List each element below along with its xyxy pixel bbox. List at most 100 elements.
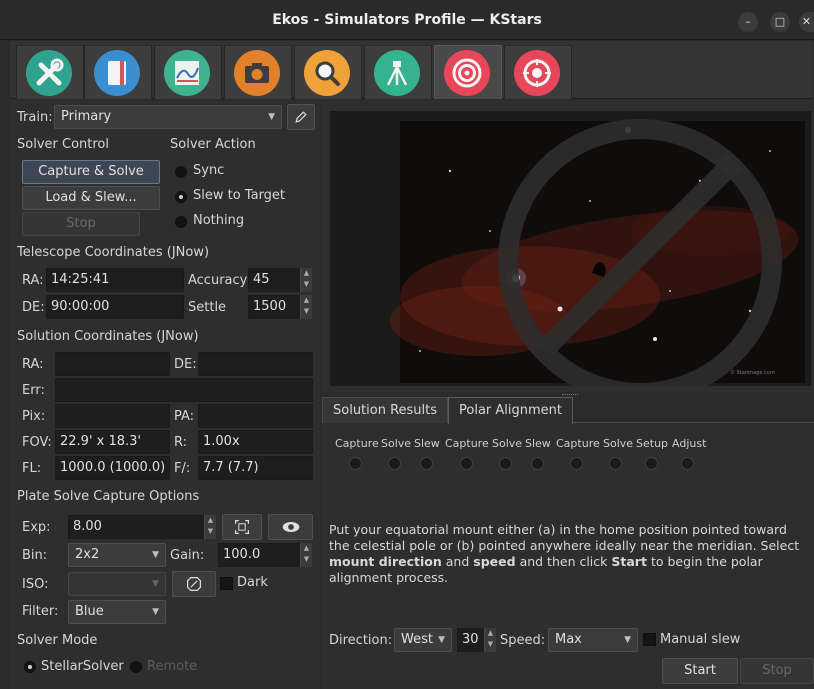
pix-label: Pix: (22, 409, 46, 424)
step-led (645, 457, 658, 470)
polar-stop-button[interactable]: Stop (740, 658, 814, 684)
telescope-de-field[interactable]: 90:00:00 (46, 295, 184, 319)
nebula-image (390, 119, 805, 386)
camera-icon (234, 50, 280, 96)
step-led (681, 457, 694, 470)
step-led (609, 457, 622, 470)
solution-ra-field (55, 352, 170, 376)
minimize-button[interactable]: – (738, 12, 758, 32)
scheduler-icon (94, 50, 140, 96)
tab-guide[interactable] (504, 45, 572, 99)
exposure-field[interactable]: 8.00 (68, 515, 204, 539)
step-label: Slew (414, 437, 440, 450)
load-slew-button[interactable]: Load & Slew... (22, 186, 160, 210)
pix-field (55, 404, 170, 428)
settle-spinner[interactable]: ▲ ▼ (300, 295, 312, 319)
capture-solve-button[interactable]: Capture & Solve (22, 160, 160, 184)
settle-field[interactable]: 1500 (248, 295, 300, 319)
iso-combo[interactable]: ▼ (68, 572, 166, 596)
chevron-down-icon: ▼ (152, 550, 159, 560)
manual-slew-checkbox[interactable] (643, 633, 656, 646)
subframe-button[interactable] (222, 514, 262, 540)
fov-label: FOV: (22, 435, 52, 450)
remote-radio[interactable] (130, 661, 142, 673)
accuracy-field[interactable]: 45 (248, 268, 300, 292)
speed-value: Max (555, 632, 582, 647)
solver-image-view[interactable]: © Starimage.com (330, 111, 811, 386)
tab-align[interactable] (434, 45, 502, 99)
slew-to-target-radio[interactable] (175, 191, 187, 203)
degrees-spinner[interactable]: ▲ ▼ (484, 628, 496, 652)
pa-field (198, 404, 313, 428)
polar-start-button[interactable]: Start (662, 658, 738, 684)
bin-combo[interactable]: 2x2 ▼ (68, 543, 166, 567)
slew-to-target-label: Slew to Target (193, 188, 286, 203)
gain-field[interactable]: 100.0 (218, 543, 300, 567)
tab-scheduler[interactable] (84, 45, 152, 99)
filter-combo[interactable]: Blue ▼ (68, 600, 166, 624)
settle-label: Settle (188, 300, 227, 315)
tab-focus[interactable] (294, 45, 362, 99)
step-label: Capture (556, 437, 600, 450)
analyze-icon (164, 50, 210, 96)
guide-icon (514, 50, 560, 96)
tab-mount[interactable] (364, 45, 432, 99)
telescope-ra-field[interactable]: 14:25:41 (46, 268, 184, 292)
sync-radio[interactable] (175, 166, 187, 178)
chevron-down-icon: ▼ (152, 579, 159, 589)
error-field (55, 378, 313, 402)
step-led (388, 457, 401, 470)
accuracy-spinner[interactable]: ▲ ▼ (300, 268, 312, 292)
speed-combo[interactable]: Max ▼ (548, 628, 638, 652)
fl-field: 1000.0 (1000.0) (55, 456, 170, 480)
stellarsolver-label: StellarSolver (41, 659, 124, 674)
de-label: DE: (22, 300, 45, 315)
bin-value: 2x2 (75, 547, 100, 562)
pa-label: PA: (174, 409, 195, 424)
step-label: Capture (335, 437, 379, 450)
capture-options-title: Plate Solve Capture Options (17, 489, 200, 504)
focus-icon (304, 50, 350, 96)
frame-icon (235, 520, 249, 534)
tab-polar-alignment[interactable]: Polar Alignment (448, 397, 573, 424)
instr-text: Put your equatorial mount either (a) in … (329, 522, 800, 553)
tab-capture[interactable] (224, 45, 292, 99)
close-button[interactable]: ✕ (799, 12, 814, 32)
clear-cache-button[interactable] (172, 571, 216, 597)
edit-train-button[interactable] (287, 104, 315, 130)
f-ratio-field: 7.7 (7.7) (198, 456, 313, 480)
stellarsolver-radio[interactable] (24, 661, 36, 673)
gain-spinner[interactable]: ▲ ▼ (300, 543, 312, 567)
step-label: Setup (636, 437, 669, 450)
nothing-radio[interactable] (175, 216, 187, 228)
direction-combo[interactable]: West ▼ (394, 628, 452, 652)
step-label: Capture (445, 437, 489, 450)
solver-action-title: Solver Action (170, 137, 256, 152)
splitter-handle[interactable] (562, 394, 578, 396)
solver-mode-title: Solver Mode (17, 633, 98, 648)
sync-label: Sync (193, 163, 225, 178)
train-combo[interactable]: Primary ▼ (54, 105, 282, 129)
instr-text: and (445, 554, 470, 569)
direction-label: Direction: (329, 633, 393, 648)
step-label: Solve (603, 437, 634, 450)
polar-instructions: Put your equatorial mount either (a) in … (329, 522, 807, 586)
tab-analyze[interactable] (154, 45, 222, 99)
chevron-down-icon: ▼ (152, 607, 159, 617)
telescope-coords-title: Telescope Coordinates (JNow) (17, 245, 210, 260)
dark-checkbox[interactable] (220, 577, 233, 590)
f-ratio-label: F/: (174, 461, 191, 476)
solution-coords-title: Solution Coordinates (JNow) (17, 329, 199, 344)
maximize-button[interactable]: □ (770, 12, 790, 32)
align-icon (444, 50, 490, 96)
step-label: Solve (381, 437, 412, 450)
train-value: Primary (61, 109, 112, 124)
preview-button[interactable] (268, 514, 313, 540)
degrees-field[interactable]: 30 (457, 628, 484, 652)
instr-bold: mount direction (329, 554, 442, 569)
stop-solve-button[interactable]: Stop (22, 212, 140, 236)
train-label: Train: (17, 110, 53, 125)
tab-setup[interactable] (16, 45, 84, 99)
tab-solution-results[interactable]: Solution Results (322, 397, 449, 423)
exposure-spinner[interactable]: ▲ ▼ (204, 515, 216, 539)
